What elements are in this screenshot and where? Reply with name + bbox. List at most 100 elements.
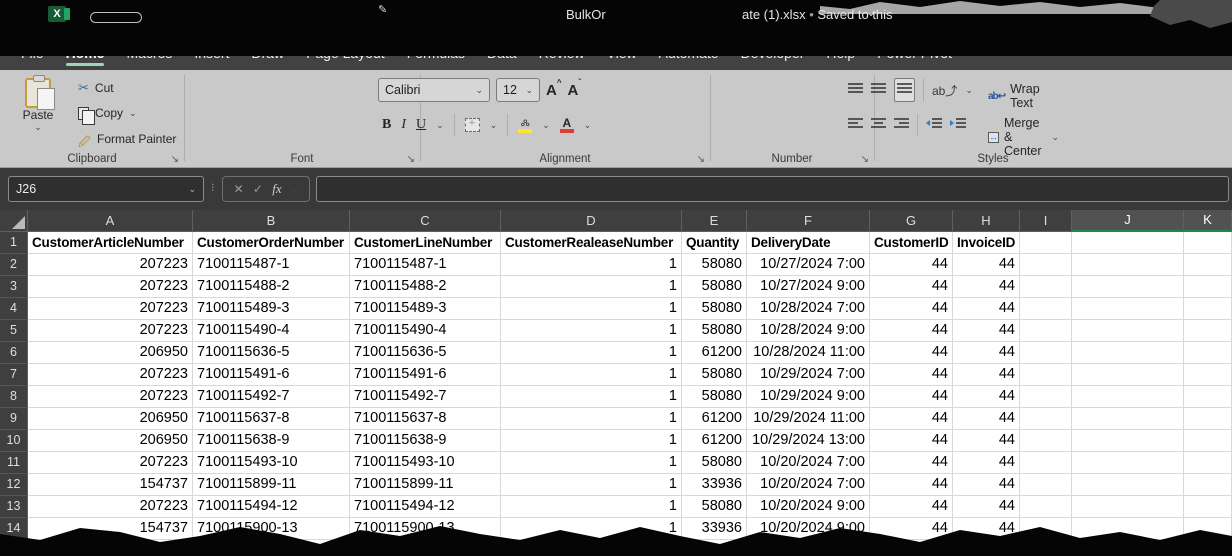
cell-G1[interactable]: CustomerID bbox=[870, 232, 953, 254]
autosave-toggle[interactable] bbox=[90, 12, 142, 23]
insert-function-icon[interactable]: fx bbox=[272, 181, 281, 197]
cell-D12[interactable]: 1 bbox=[501, 474, 682, 496]
cell-G9[interactable]: 44 bbox=[870, 408, 953, 430]
cell-E14[interactable]: 33936 bbox=[682, 518, 747, 540]
cell-E1[interactable]: Quantity bbox=[682, 232, 747, 254]
cell-J10[interactable] bbox=[1072, 430, 1184, 452]
cell-J4[interactable] bbox=[1072, 298, 1184, 320]
cell-G4[interactable]: 44 bbox=[870, 298, 953, 320]
cell-G8[interactable]: 44 bbox=[870, 386, 953, 408]
cell-B13[interactable]: 7100115494-12 bbox=[193, 496, 350, 518]
cell-A2[interactable]: 207223 bbox=[28, 254, 193, 276]
cell-D3[interactable]: 1 bbox=[501, 276, 682, 298]
row-header-1[interactable]: 1 bbox=[0, 232, 28, 254]
cut-button[interactable]: ✂Cut bbox=[78, 80, 114, 96]
cell-H4[interactable]: 44 bbox=[953, 298, 1020, 320]
cell-E8[interactable]: 58080 bbox=[682, 386, 747, 408]
excel-app-icon[interactable]: X bbox=[48, 6, 66, 22]
cell-I4[interactable] bbox=[1020, 298, 1072, 320]
cell-E5[interactable]: 58080 bbox=[682, 320, 747, 342]
cell-A10[interactable]: 206950 bbox=[28, 430, 193, 452]
cell-J8[interactable] bbox=[1072, 386, 1184, 408]
column-header-h[interactable]: H bbox=[953, 210, 1020, 232]
cell-I8[interactable] bbox=[1020, 386, 1072, 408]
cell-C9[interactable]: 7100115637-8 bbox=[350, 408, 501, 430]
cell-J1[interactable] bbox=[1072, 232, 1184, 254]
cell-H11[interactable]: 44 bbox=[953, 452, 1020, 474]
row-header-6[interactable]: 6 bbox=[0, 342, 28, 364]
cell-G11[interactable]: 44 bbox=[870, 452, 953, 474]
cell-A8[interactable]: 207223 bbox=[28, 386, 193, 408]
cell-A5[interactable]: 207223 bbox=[28, 320, 193, 342]
cell-I3[interactable] bbox=[1020, 276, 1072, 298]
cell-G13[interactable]: 44 bbox=[870, 496, 953, 518]
cell-C12[interactable]: 7100115899-11 bbox=[350, 474, 501, 496]
row-header-9[interactable]: 9 bbox=[0, 408, 28, 430]
cell-D2[interactable]: 1 bbox=[501, 254, 682, 276]
cell-H3[interactable]: 44 bbox=[953, 276, 1020, 298]
cell-H5[interactable]: 44 bbox=[953, 320, 1020, 342]
cell-F6[interactable]: 10/28/2024 11:00 bbox=[747, 342, 870, 364]
row-header-12[interactable]: 12 bbox=[0, 474, 28, 496]
column-header-i[interactable]: I bbox=[1020, 210, 1072, 232]
cell-H9[interactable]: 44 bbox=[953, 408, 1020, 430]
cell-F8[interactable]: 10/29/2024 9:00 bbox=[747, 386, 870, 408]
cell-H13[interactable]: 44 bbox=[953, 496, 1020, 518]
cell-K10[interactable] bbox=[1184, 430, 1232, 452]
enter-check-icon[interactable]: ✓ bbox=[253, 182, 263, 196]
cell-B6[interactable]: 7100115636-5 bbox=[193, 342, 350, 364]
cell-D8[interactable]: 1 bbox=[501, 386, 682, 408]
cell-J9[interactable] bbox=[1072, 408, 1184, 430]
cell-K3[interactable] bbox=[1184, 276, 1232, 298]
cell-G10[interactable]: 44 bbox=[870, 430, 953, 452]
column-header-a[interactable]: A bbox=[28, 210, 193, 232]
cell-A13[interactable]: 207223 bbox=[28, 496, 193, 518]
row-header-11[interactable]: 11 bbox=[0, 452, 28, 474]
format-painter-button[interactable]: Format Painter bbox=[78, 132, 176, 146]
cell-C11[interactable]: 7100115493-10 bbox=[350, 452, 501, 474]
cell-B10[interactable]: 7100115638-9 bbox=[193, 430, 350, 452]
cell-A11[interactable]: 207223 bbox=[28, 452, 193, 474]
cell-H8[interactable]: 44 bbox=[953, 386, 1020, 408]
cell-B1[interactable]: CustomerOrderNumber bbox=[193, 232, 350, 254]
cell-K4[interactable] bbox=[1184, 298, 1232, 320]
cell-J6[interactable] bbox=[1072, 342, 1184, 364]
cell-A6[interactable]: 206950 bbox=[28, 342, 193, 364]
dialog-launcher-icon[interactable]: ↘ bbox=[697, 154, 705, 165]
dialog-launcher-icon[interactable]: ↘ bbox=[171, 154, 179, 165]
cell-F13[interactable]: 10/20/2024 9:00 bbox=[747, 496, 870, 518]
cell-K5[interactable] bbox=[1184, 320, 1232, 342]
cell-D9[interactable]: 1 bbox=[501, 408, 682, 430]
cell-G6[interactable]: 44 bbox=[870, 342, 953, 364]
copy-button[interactable]: Copy⌄ bbox=[78, 106, 137, 120]
cell-H2[interactable]: 44 bbox=[953, 254, 1020, 276]
cell-J13[interactable] bbox=[1072, 496, 1184, 518]
cell-G7[interactable]: 44 bbox=[870, 364, 953, 386]
cell-E11[interactable]: 58080 bbox=[682, 452, 747, 474]
dialog-launcher-icon[interactable]: ↘ bbox=[407, 154, 415, 165]
cell-I5[interactable] bbox=[1020, 320, 1072, 342]
column-header-k[interactable]: K bbox=[1184, 210, 1232, 232]
italic-button[interactable]: I bbox=[401, 117, 406, 133]
cell-F2[interactable]: 10/27/2024 7:00 bbox=[747, 254, 870, 276]
cell-J2[interactable] bbox=[1072, 254, 1184, 276]
cell-E6[interactable]: 61200 bbox=[682, 342, 747, 364]
cell-D7[interactable]: 1 bbox=[501, 364, 682, 386]
row-header-13[interactable]: 13 bbox=[0, 496, 28, 518]
cell-F11[interactable]: 10/20/2024 7:00 bbox=[747, 452, 870, 474]
cell-C2[interactable]: 7100115487-1 bbox=[350, 254, 501, 276]
cell-D5[interactable]: 1 bbox=[501, 320, 682, 342]
cell-G2[interactable]: 44 bbox=[870, 254, 953, 276]
cell-K1[interactable] bbox=[1184, 232, 1232, 254]
cell-E2[interactable]: 58080 bbox=[682, 254, 747, 276]
cell-C6[interactable]: 7100115636-5 bbox=[350, 342, 501, 364]
cancel-icon[interactable]: ✕ bbox=[234, 182, 244, 196]
cell-I1[interactable] bbox=[1020, 232, 1072, 254]
cell-E10[interactable]: 61200 bbox=[682, 430, 747, 452]
cell-I10[interactable] bbox=[1020, 430, 1072, 452]
cell-I6[interactable] bbox=[1020, 342, 1072, 364]
cell-F9[interactable]: 10/29/2024 11:00 bbox=[747, 408, 870, 430]
cell-F5[interactable]: 10/28/2024 9:00 bbox=[747, 320, 870, 342]
cell-F4[interactable]: 10/28/2024 7:00 bbox=[747, 298, 870, 320]
bold-button[interactable]: B bbox=[382, 117, 391, 133]
